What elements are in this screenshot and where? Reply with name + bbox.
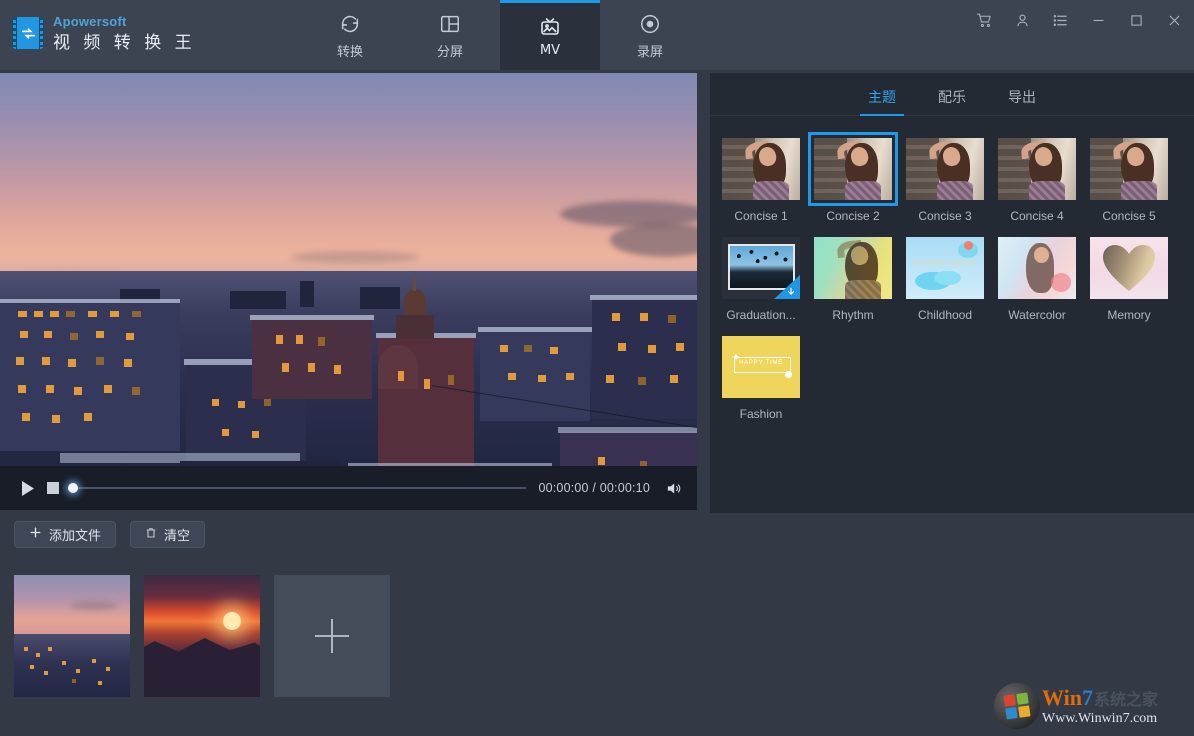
trash-icon: [145, 526, 157, 544]
theme-label: Concise 5: [1090, 209, 1168, 223]
watermark-seven: 7: [1082, 687, 1093, 709]
video-convert-logo-icon: [12, 17, 44, 49]
player-controls: 00:00:00 / 00:00:10: [0, 466, 697, 510]
tab-split-screen-label: 分屏: [437, 41, 463, 60]
minimize-icon[interactable]: [1088, 10, 1108, 30]
panel-tabs: 主题 配乐 导出: [710, 73, 1194, 116]
theme-thumbnail: [814, 237, 892, 299]
refresh-convert-icon: [339, 11, 361, 37]
menu-list-icon[interactable]: [1050, 10, 1070, 30]
theme-thumbnail: MY GROWTH RECORD: [906, 237, 984, 299]
theme-item-graduation[interactable]: Graduation...: [722, 237, 800, 322]
tab-convert-label: 转换: [337, 41, 363, 60]
theme-thumbnail: [722, 237, 800, 299]
theme-thumbnail: [1090, 237, 1168, 299]
theme-thumbnail: [1090, 138, 1168, 200]
record-circle-icon: [639, 11, 661, 37]
tab-record-screen[interactable]: 录屏: [600, 0, 700, 70]
add-file-button[interactable]: 添加文件: [14, 521, 116, 548]
app-title-cn: 视 频 转 换 王: [53, 31, 196, 55]
theme-grid: Concise 1 Concise 2 Concise 3 Concise 4: [710, 116, 1194, 421]
add-media-placeholder[interactable]: [274, 575, 390, 697]
title-bar: Apowersoft 视 频 转 换 王 转换 分屏: [0, 0, 1194, 70]
close-icon[interactable]: [1164, 10, 1184, 30]
main-nav-tabs: 转换 分屏 MV: [300, 0, 700, 70]
theme-art-text: MY GROWTH RECORD: [906, 261, 984, 267]
maximize-icon[interactable]: [1126, 10, 1146, 30]
window-controls: [974, 0, 1184, 40]
video-preview[interactable]: [0, 73, 697, 508]
theme-item-memory[interactable]: Memory: [1090, 237, 1168, 322]
theme-item-rhythm[interactable]: Rhythm: [814, 237, 892, 322]
theme-item-childhood[interactable]: MY GROWTH RECORD Childhood: [906, 237, 984, 322]
theme-thumbnail: ✦ HAPPY TIME: [722, 336, 800, 398]
theme-item-concise-1[interactable]: Concise 1: [722, 138, 800, 223]
city-sunset-thumbnail[interactable]: [14, 575, 130, 697]
theme-item-concise-4[interactable]: Concise 4: [998, 138, 1076, 223]
clear-button[interactable]: 清空: [130, 521, 205, 548]
theme-label: Graduation...: [722, 308, 800, 322]
theme-item-watercolor[interactable]: Watercolor: [998, 237, 1076, 322]
tab-export[interactable]: 导出: [1008, 87, 1036, 115]
tab-convert[interactable]: 转换: [300, 0, 400, 70]
plus-icon: [315, 619, 349, 653]
theme-label: Concise 3: [906, 209, 984, 223]
theme-label: Concise 1: [722, 209, 800, 223]
theme-thumbnail: [722, 138, 800, 200]
tab-theme[interactable]: 主题: [868, 87, 896, 115]
app-logo: Apowersoft 视 频 转 换 王: [12, 14, 196, 55]
tab-soundtrack[interactable]: 配乐: [938, 87, 966, 115]
theme-thumbnail: [814, 138, 892, 200]
theme-item-concise-3[interactable]: Concise 3: [906, 138, 984, 223]
theme-item-concise-5[interactable]: Concise 5: [1090, 138, 1168, 223]
theme-label: Concise 2: [814, 209, 892, 223]
stop-icon[interactable]: [40, 482, 66, 494]
site-watermark: Win 7 系统之家 Www.Winwin7.com: [994, 680, 1194, 732]
volume-icon[interactable]: [664, 480, 683, 497]
theme-label: Childhood: [906, 308, 984, 322]
plus-icon: [29, 526, 42, 543]
theme-label: Memory: [1090, 308, 1168, 322]
progress-slider[interactable]: [72, 487, 526, 489]
theme-label: Fashion: [722, 407, 800, 421]
tab-mv-label: MV: [540, 43, 560, 58]
brand-name: Apowersoft: [53, 14, 196, 29]
media-thumbnail-strip: [14, 575, 390, 697]
progress-handle[interactable]: [68, 483, 78, 493]
add-file-label: 添加文件: [49, 525, 101, 544]
split-screen-icon: [439, 11, 461, 37]
user-account-icon[interactable]: [1012, 10, 1032, 30]
theme-item-concise-2[interactable]: Concise 2: [814, 138, 892, 223]
play-icon[interactable]: [14, 480, 40, 497]
theme-item-fashion[interactable]: ✦ HAPPY TIME Fashion: [722, 336, 800, 421]
time-display: 00:00:00 / 00:00:10: [538, 481, 650, 495]
file-actions: 添加文件 清空: [14, 521, 205, 548]
theme-thumbnail: [998, 237, 1076, 299]
tv-mv-icon: [538, 13, 562, 39]
watermark-suffix: 系统之家: [1094, 686, 1158, 710]
tab-split-screen[interactable]: 分屏: [400, 0, 500, 70]
theme-label: Concise 4: [998, 209, 1076, 223]
tab-mv[interactable]: MV: [500, 0, 600, 70]
theme-panel: 主题 配乐 导出 Concise 1 Concise 2 Concise 3: [710, 73, 1194, 513]
watermark-win: Win: [1042, 687, 1082, 709]
theme-label: Rhythm: [814, 308, 892, 322]
theme-thumbnail: [998, 138, 1076, 200]
tab-record-screen-label: 录屏: [637, 41, 663, 60]
clear-label: 清空: [164, 525, 190, 544]
theme-art-text: HAPPY TIME: [722, 360, 800, 366]
theme-thumbnail: [906, 138, 984, 200]
windows-logo-icon: [994, 683, 1040, 729]
theme-label: Watercolor: [998, 308, 1076, 322]
cart-icon[interactable]: [974, 10, 994, 30]
mountain-sunset-thumbnail[interactable]: [144, 575, 260, 697]
watermark-url: Www.Winwin7.com: [1042, 711, 1158, 727]
